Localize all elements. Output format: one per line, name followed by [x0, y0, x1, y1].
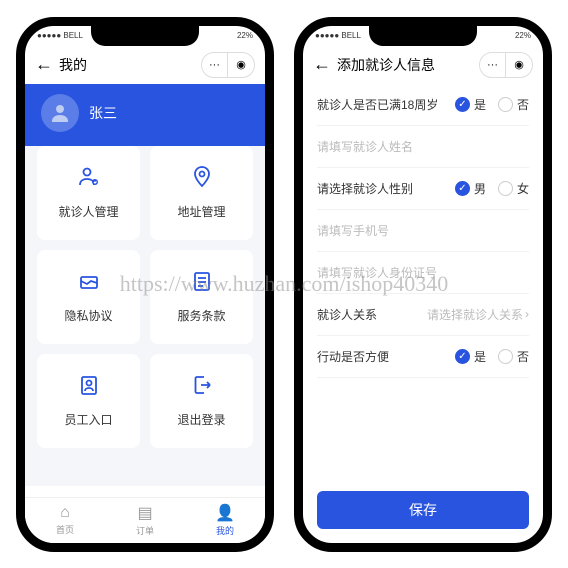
radio-yes[interactable]: ✓是 [455, 96, 486, 113]
row-mobility: 行动是否方便 ✓是 否 [317, 336, 529, 378]
row-gender: 请选择就诊人性别 ✓男 女 [317, 168, 529, 210]
avatar[interactable] [41, 94, 79, 132]
location-icon [190, 165, 214, 195]
radio-female[interactable]: 女 [498, 180, 529, 197]
person-icon [77, 165, 101, 195]
back-icon[interactable]: ← [313, 54, 331, 75]
row-label: 行动是否方便 [317, 348, 389, 365]
card-label: 就诊人管理 [58, 203, 118, 220]
idcard-placeholder: 请填写就诊人身份证号 [317, 264, 437, 281]
document-icon [190, 269, 214, 299]
tabbar: ⌂ 首页 ▤ 订单 👤 我的 [25, 497, 265, 543]
radio-no[interactable]: 否 [498, 348, 529, 365]
card-staff[interactable]: 员工入口 [37, 354, 140, 448]
tab-profile[interactable]: 👤 我的 [185, 498, 265, 543]
tab-label: 首页 [56, 523, 74, 536]
radio-no[interactable]: 否 [498, 96, 529, 113]
capsule: ··· ◉ [479, 52, 533, 78]
phone-placeholder: 请填写手机号 [317, 222, 389, 239]
card-label: 员工入口 [64, 411, 112, 428]
card-privacy[interactable]: 隐私协议 [37, 250, 140, 344]
card-label: 退出登录 [177, 411, 225, 428]
card-label: 地址管理 [177, 203, 225, 220]
badge-icon [77, 373, 101, 403]
notch [369, 26, 477, 46]
card-label: 服务条款 [177, 307, 225, 324]
save-button[interactable]: 保存 [317, 491, 529, 529]
nav-bar: ← 我的 ··· ◉ [25, 46, 265, 84]
carrier: ●●●●● BELL [37, 31, 83, 40]
radio-yes[interactable]: ✓是 [455, 348, 486, 365]
radio-icon [498, 349, 513, 364]
save-label: 保存 [409, 500, 437, 520]
radio-icon [498, 181, 513, 196]
page-title: 我的 [59, 55, 87, 75]
phone-right: ●●●●● BELL 22% ← 添加就诊人信息 ··· ◉ 就诊人是否已满18… [294, 17, 552, 552]
menu-icon[interactable]: ··· [480, 53, 506, 77]
tab-home[interactable]: ⌂ 首页 [25, 498, 105, 543]
card-terms[interactable]: 服务条款 [150, 250, 253, 344]
back-icon[interactable]: ← [35, 54, 53, 75]
card-label: 隐私协议 [64, 307, 112, 324]
username: 张三 [89, 103, 117, 123]
row-age: 就诊人是否已满18周岁 ✓是 否 [317, 84, 529, 126]
tab-label: 我的 [216, 524, 234, 537]
row-label: 请选择就诊人性别 [317, 180, 413, 197]
target-icon[interactable]: ◉ [228, 53, 254, 77]
inbox-icon [77, 269, 101, 299]
battery: 22% [515, 31, 531, 40]
row-idcard[interactable]: 请填写就诊人身份证号 [317, 252, 529, 294]
list-icon: ▤ [137, 503, 152, 523]
notch [91, 26, 199, 46]
row-relation[interactable]: 就诊人关系 请选择就诊人关系› [317, 294, 529, 336]
check-icon: ✓ [455, 181, 470, 196]
chevron-right-icon: › [525, 307, 529, 321]
card-patient[interactable]: 就诊人管理 [37, 146, 140, 240]
check-icon: ✓ [455, 349, 470, 364]
row-name[interactable]: 请填写就诊人姓名 [317, 126, 529, 168]
capsule: ··· ◉ [201, 52, 255, 78]
carrier: ●●●●● BELL [315, 31, 361, 40]
page-title: 添加就诊人信息 [337, 55, 435, 75]
row-phone[interactable]: 请填写手机号 [317, 210, 529, 252]
user-icon: 👤 [215, 503, 235, 523]
row-label: 就诊人是否已满18周岁 [317, 96, 438, 113]
grid-area: 就诊人管理 地址管理 隐私协议 服务条款 [25, 146, 265, 486]
logout-icon [190, 373, 214, 403]
card-address[interactable]: 地址管理 [150, 146, 253, 240]
tab-label: 订单 [136, 524, 154, 537]
menu-icon[interactable]: ··· [202, 53, 228, 77]
home-icon: ⌂ [60, 504, 70, 522]
battery: 22% [237, 31, 253, 40]
phone-left: ●●●●● BELL 22% ← 我的 ··· ◉ 张三 就诊人管理 [16, 17, 274, 552]
radio-male[interactable]: ✓男 [455, 180, 486, 197]
form: 就诊人是否已满18周岁 ✓是 否 请填写就诊人姓名 请选择就诊人性别 ✓男 女 … [303, 84, 543, 378]
nav-bar: ← 添加就诊人信息 ··· ◉ [303, 46, 543, 84]
card-logout[interactable]: 退出登录 [150, 354, 253, 448]
tab-orders[interactable]: ▤ 订单 [105, 498, 185, 543]
radio-icon [498, 97, 513, 112]
row-label: 就诊人关系 [317, 306, 377, 323]
target-icon[interactable]: ◉ [506, 53, 532, 77]
name-placeholder: 请填写就诊人姓名 [317, 138, 413, 155]
relation-placeholder: 请选择就诊人关系 [427, 306, 523, 323]
check-icon: ✓ [455, 97, 470, 112]
